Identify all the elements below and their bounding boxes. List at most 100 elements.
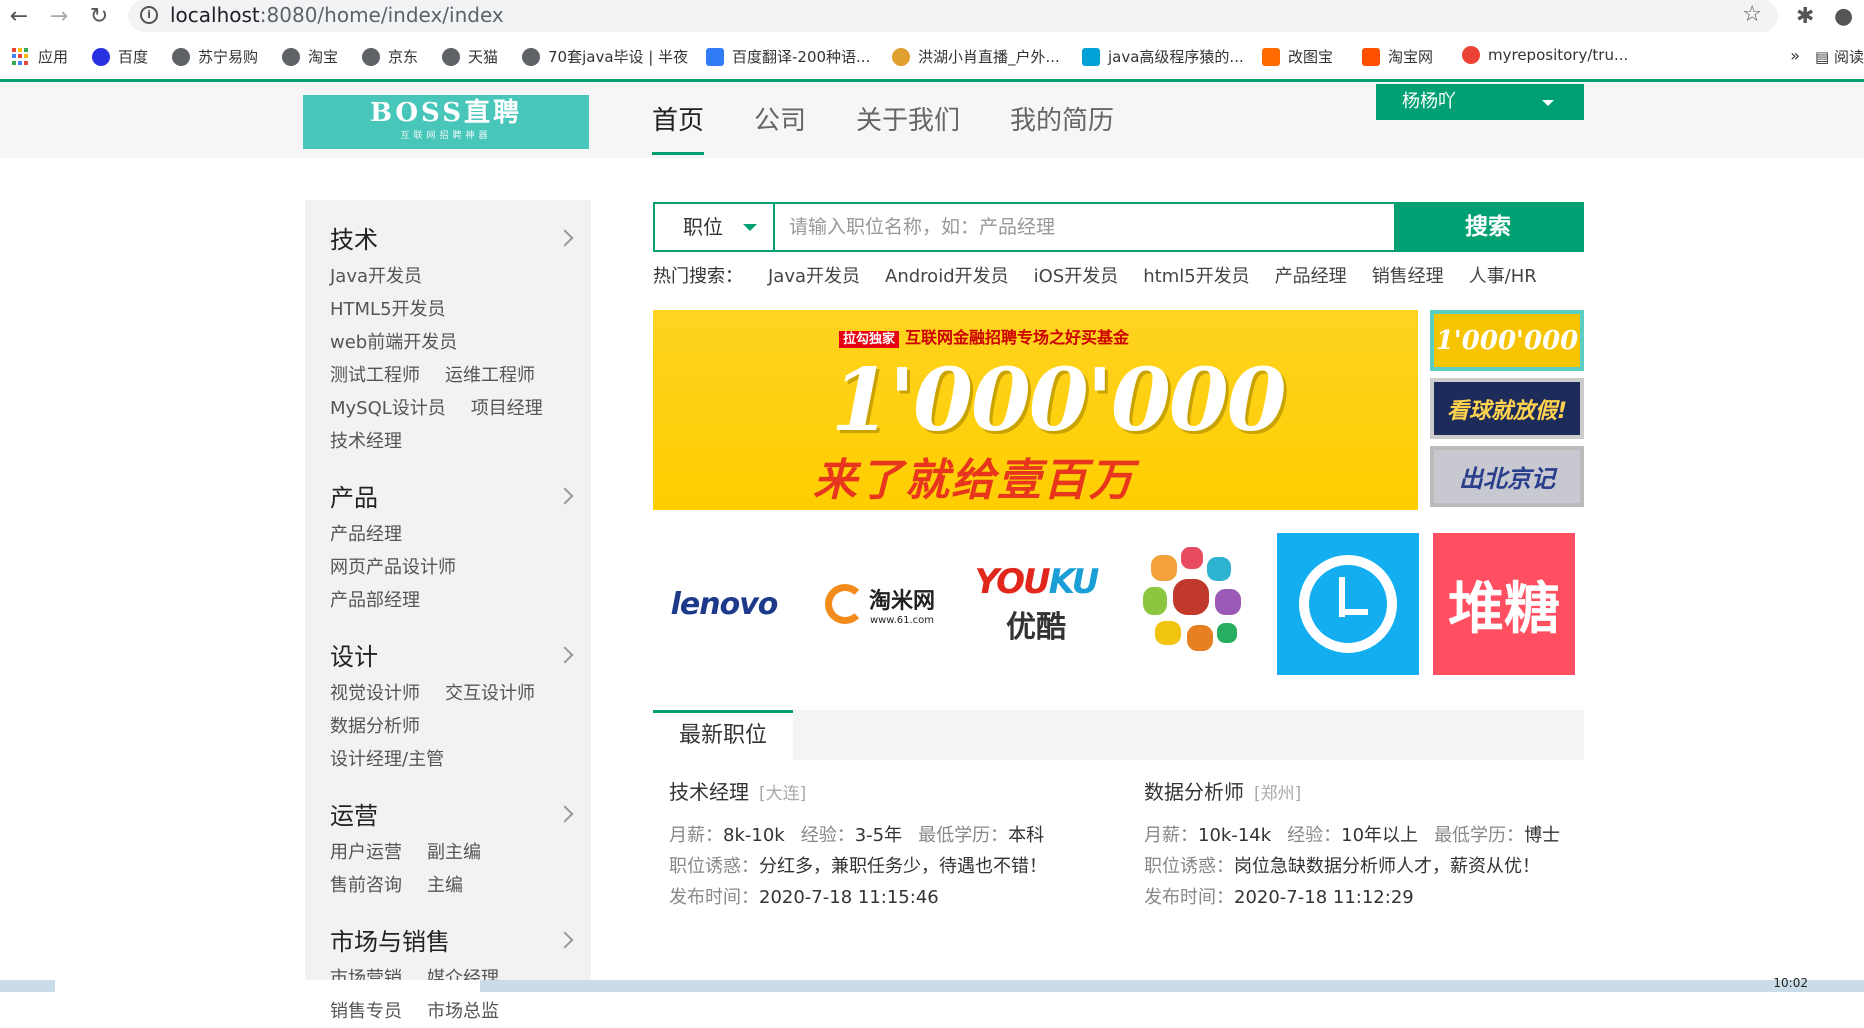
category-item[interactable]: 主编 (427, 869, 463, 902)
bookmark-gaitubao[interactable]: 改图宝 (1262, 46, 1333, 67)
logo-piece (1215, 589, 1241, 615)
category-item[interactable]: 运维工程师 (445, 359, 535, 392)
category-item[interactable]: 用户运营 (330, 836, 402, 869)
os-taskbar: 10:02 (0, 976, 1864, 992)
hot-search-link[interactable]: 人事/HR (1469, 262, 1537, 288)
reading-list-button[interactable]: ▤ 阅读 (1815, 46, 1864, 67)
logo-piece (1151, 555, 1177, 581)
category-item[interactable]: 交互设计师 (445, 677, 535, 710)
category-title[interactable]: 设计 (330, 637, 591, 677)
hot-search-link[interactable]: 销售经理 (1372, 262, 1444, 288)
more-bookmarks-button[interactable]: » (1790, 46, 1800, 65)
profile-icon[interactable]: ● (1834, 4, 1853, 29)
category-item[interactable]: 副主编 (427, 836, 481, 869)
category-title[interactable]: 产品 (330, 478, 591, 518)
bookmark-taobao[interactable]: 淘宝 (282, 46, 338, 67)
hot-search-link[interactable]: 产品经理 (1275, 262, 1347, 288)
taomi-swirl-icon (824, 584, 865, 624)
category-item[interactable]: 产品部经理 (330, 584, 420, 617)
category-item[interactable]: 技术经理 (330, 425, 402, 458)
category-item[interactable]: Java开发员 (330, 260, 422, 293)
nav-company[interactable]: 公司 (754, 100, 806, 155)
site-logo[interactable]: BOSS直聘 互联网招聘神器 (303, 95, 589, 149)
bookmark-honghu[interactable]: 洪湖小肖直播_户外... (892, 46, 1060, 67)
category-design: 设计 视觉设计师 交互设计师 数据分析师 设计经理/主管 (330, 637, 591, 776)
category-item[interactable]: 产品经理 (330, 518, 402, 551)
category-item[interactable]: 销售专员 (330, 995, 402, 1028)
taskbar-search-box[interactable] (55, 980, 480, 992)
job-meta: 月薪：8k-10k 经验：3-5年 最低学历：本科 职位诱惑：分红多，兼职任务少，待… (669, 825, 1047, 908)
extensions-icon[interactable]: ✱ (1796, 4, 1814, 29)
banner-headline: 拉勾独家 互联网金融招聘专场之好买基金 (839, 324, 1129, 348)
category-item[interactable]: 设计经理/主管 (330, 743, 444, 776)
bookmark-jd[interactable]: 京东 (362, 46, 418, 67)
hot-search-link[interactable]: html5开发员 (1143, 262, 1249, 288)
category-item[interactable]: 项目经理 (471, 392, 543, 425)
banner-number: 1'000'000 (831, 350, 1287, 451)
user-menu-dropdown[interactable]: 杨杨吖 (1376, 84, 1584, 120)
apps-grid-icon (12, 47, 30, 66)
company-logo-lenovo[interactable]: lenovo (653, 533, 795, 675)
search-type-select[interactable]: 职位 (655, 204, 775, 250)
bookmark-myrepository[interactable]: myrepository/tru... (1462, 46, 1628, 64)
banner-thumb-1[interactable]: 1'000'000 (1430, 310, 1584, 371)
globe-icon (282, 47, 300, 66)
dropdown-triangle-icon (743, 224, 757, 231)
job-card[interactable]: 数据分析师 [郑州] 月薪：10k-14k 经验：10年以上 最低学历：博士 职位诱惑… (1144, 776, 1564, 913)
tab-latest-jobs[interactable]: 最新职位 (653, 710, 793, 760)
logo-piece (1181, 547, 1203, 569)
bookmark-70java[interactable]: 70套java毕设 | 半夜 (522, 46, 688, 67)
hot-search-link[interactable]: Android开发员 (885, 262, 1009, 288)
search-button[interactable]: 搜索 (1394, 204, 1582, 250)
company-logo-youku[interactable]: YOUKU 优酷 (965, 533, 1107, 675)
category-item[interactable]: MySQL设计员 (330, 392, 446, 425)
category-item[interactable]: web前端开发员 (330, 326, 457, 359)
baidu-paw-icon (92, 47, 110, 66)
category-title[interactable]: 运营 (330, 796, 591, 836)
nav-about[interactable]: 关于我们 (856, 100, 960, 155)
address-bar[interactable]: i localhost:8080/home/index/index ☆ (128, 0, 1778, 32)
reload-icon[interactable]: ↻ (86, 4, 112, 30)
company-logo-taomi[interactable]: 淘米网 www.61.com (809, 533, 951, 675)
globe-icon (362, 47, 380, 66)
bookmark-baidu[interactable]: 百度 (92, 46, 148, 67)
category-item[interactable]: 市场总监 (427, 995, 499, 1028)
logo-piece (1187, 625, 1213, 651)
logo-piece (1217, 623, 1237, 643)
forward-icon[interactable]: → (46, 4, 72, 30)
bookmark-taobaowang[interactable]: 淘宝网 (1362, 46, 1433, 67)
category-item[interactable]: 售前咨询 (330, 869, 402, 902)
nav-resume[interactable]: 我的简历 (1010, 100, 1114, 155)
banner-thumb-3[interactable]: 出北京记 (1430, 446, 1584, 507)
category-item[interactable]: 网页产品设计师 (330, 551, 456, 584)
bookmark-tmall[interactable]: 天猫 (442, 46, 498, 67)
job-card[interactable]: 技术经理 [大连] 月薪：8k-10k 经验：3-5年 最低学历：本科 职位诱惑：分红… (669, 776, 1089, 913)
bookmark-baidu-translate[interactable]: 百度翻译-200种语... (706, 46, 870, 67)
company-logo-colorful-pieces[interactable] (1121, 533, 1263, 675)
dropdown-caret-icon (1542, 100, 1554, 106)
category-item[interactable]: HTML5开发员 (330, 293, 446, 326)
bookmark-star-icon[interactable]: ☆ (1742, 2, 1762, 27)
bookmark-java-senior[interactable]: java高级程序猿的... (1082, 46, 1244, 67)
hot-search-link[interactable]: iOS开发员 (1034, 262, 1119, 288)
promo-banner[interactable]: 拉勾独家 互联网金融招聘专场之好买基金 1'000'000 来了就给壹百万 (653, 310, 1418, 510)
company-logo-duitang[interactable]: 堆糖 (1433, 533, 1575, 675)
company-logo-clock-cat[interactable] (1277, 533, 1419, 675)
banner-thumb-2[interactable]: 看球就放假! (1430, 378, 1584, 439)
bookmark-apps[interactable]: 应用 (12, 46, 68, 67)
category-item[interactable]: 测试工程师 (330, 359, 420, 392)
back-icon[interactable]: ← (6, 4, 32, 30)
hot-searches: 热门搜索： Java开发员 Android开发员 iOS开发员 html5开发员… (653, 262, 1537, 288)
category-title[interactable]: 技术 (330, 220, 591, 260)
category-marketing-sales: 市场与销售 市场营销 媒介经理 销售专员 市场总监 (330, 922, 591, 1028)
category-item[interactable]: 视觉设计师 (330, 677, 420, 710)
hot-search-link[interactable]: Java开发员 (768, 262, 860, 288)
nav-home[interactable]: 首页 (652, 100, 705, 155)
banner-thumbnails: 1'000'000 看球就放假! 出北京记 (1430, 310, 1584, 514)
job-meta: 月薪：10k-14k 经验：10年以上 最低学历：博士 职位诱惑：岗位急缺数据分析师… (1144, 825, 1561, 908)
category-item[interactable]: 数据分析师 (330, 710, 420, 743)
bookmark-suning[interactable]: 苏宁易购 (172, 46, 258, 67)
category-title[interactable]: 市场与销售 (330, 922, 591, 962)
site-info-icon[interactable]: i (140, 6, 158, 24)
search-input[interactable] (777, 204, 1377, 250)
